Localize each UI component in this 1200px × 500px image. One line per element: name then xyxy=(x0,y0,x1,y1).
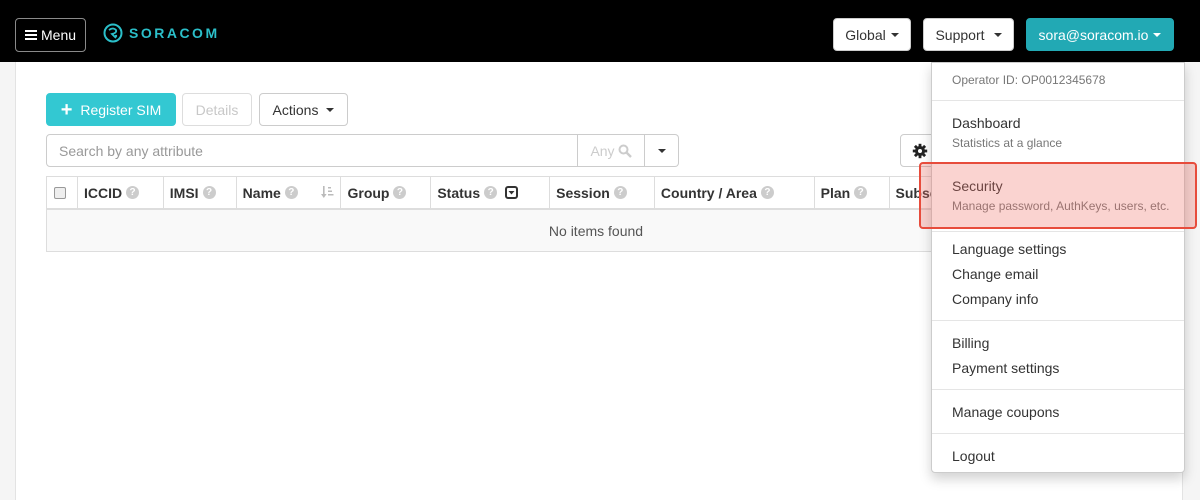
menu-item-payment-settings[interactable]: Payment settings xyxy=(952,360,1059,376)
menu-item-language-settings[interactable]: Language settings xyxy=(952,241,1066,257)
column-label: Plan xyxy=(820,184,851,201)
menu-divider xyxy=(932,320,1184,321)
help-icon[interactable]: ? xyxy=(284,186,298,199)
help-icon[interactable]: ? xyxy=(202,186,216,199)
menu-button-label: Menu xyxy=(41,27,77,43)
menu-button[interactable]: Menu xyxy=(15,18,86,52)
column-header-imsi[interactable]: IMSI ? xyxy=(164,177,237,208)
menu-divider xyxy=(932,100,1184,101)
operator-id: Operator ID: OP0012345678 xyxy=(952,73,1106,87)
select-all-cell xyxy=(47,177,78,208)
column-header-session[interactable]: Session ? xyxy=(550,177,655,208)
global-button[interactable]: Global xyxy=(833,18,911,51)
menu-item-label: Dashboard xyxy=(952,115,1021,131)
caret-down-icon xyxy=(657,148,666,153)
user-dropdown-menu: Operator ID: OP0012345678 Dashboard Stat… xyxy=(931,62,1185,473)
column-label: Name xyxy=(242,184,281,201)
global-button-label: Global xyxy=(845,26,886,43)
hamburger-icon xyxy=(25,28,37,42)
column-label: Status xyxy=(437,184,481,201)
sort-icon[interactable] xyxy=(321,186,334,199)
help-icon[interactable]: ? xyxy=(484,186,498,199)
column-header-group[interactable]: Group ? xyxy=(341,177,432,208)
column-label: ICCID xyxy=(83,184,123,201)
column-header-country-area[interactable]: Country / Area ? xyxy=(655,177,815,208)
column-label: Country / Area xyxy=(660,184,757,201)
register-sim-label: Register SIM xyxy=(80,101,162,118)
caret-down-icon xyxy=(1153,32,1162,37)
help-icon[interactable]: ? xyxy=(393,186,407,199)
menu-divider xyxy=(932,231,1184,232)
help-icon[interactable]: ? xyxy=(760,186,774,199)
help-icon[interactable]: ? xyxy=(613,186,627,199)
column-header-status[interactable]: Status ? xyxy=(431,177,551,208)
register-sim-button[interactable]: + Register SIM xyxy=(46,93,176,126)
search-group: Any xyxy=(46,134,679,167)
menu-item-company-info[interactable]: Company info xyxy=(952,291,1038,307)
column-header-plan[interactable]: Plan ? xyxy=(815,177,890,208)
column-label: IMSI xyxy=(169,184,199,201)
top-navbar: Menu SORACOM Global Support sora@soracom… xyxy=(0,0,1200,62)
caret-down-icon xyxy=(890,32,899,37)
details-button[interactable]: Details xyxy=(182,93,252,126)
menu-item-logout[interactable]: Logout xyxy=(952,448,995,464)
soracom-logo[interactable]: SORACOM xyxy=(103,23,220,43)
search-input[interactable] xyxy=(46,134,578,167)
plus-icon: + xyxy=(60,98,73,121)
search-scope-button[interactable]: Any xyxy=(578,134,645,167)
column-header-iccid[interactable]: ICCID ? xyxy=(78,177,164,208)
user-menu-button-label: sora@soracom.io xyxy=(1038,26,1149,43)
column-label: Group xyxy=(347,184,390,201)
empty-message: No items found xyxy=(548,222,644,239)
caret-down-icon xyxy=(326,107,335,112)
menu-divider xyxy=(932,389,1184,390)
caret-down-icon xyxy=(993,32,1002,37)
soracom-logo-icon xyxy=(103,23,123,43)
support-button[interactable]: Support xyxy=(923,18,1014,51)
user-menu-button[interactable]: sora@soracom.io xyxy=(1026,18,1174,51)
menu-item-manage-coupons[interactable]: Manage coupons xyxy=(952,404,1059,420)
actions-label: Actions xyxy=(272,101,319,118)
menu-divider xyxy=(932,433,1184,434)
filter-dropdown-icon[interactable] xyxy=(505,186,519,199)
support-button-label: Support xyxy=(935,26,985,43)
column-label: Session xyxy=(556,184,610,201)
menu-item-change-email[interactable]: Change email xyxy=(952,266,1038,282)
column-header-name[interactable]: Name ? xyxy=(237,177,342,208)
help-icon[interactable]: ? xyxy=(126,186,140,199)
logo-text: SORACOM xyxy=(129,25,220,41)
security-highlight-overlay xyxy=(919,162,1197,229)
details-label: Details xyxy=(195,101,239,118)
select-all-checkbox[interactable] xyxy=(54,186,66,199)
help-icon[interactable]: ? xyxy=(854,186,868,199)
gear-icon xyxy=(912,143,928,158)
search-icon xyxy=(618,144,632,158)
menu-item-billing[interactable]: Billing xyxy=(952,335,989,351)
menu-item-description: Statistics at a glance xyxy=(952,136,1063,150)
actions-button[interactable]: Actions xyxy=(259,93,348,126)
search-options-dropdown[interactable] xyxy=(645,134,679,167)
search-scope-label: Any xyxy=(590,142,615,159)
